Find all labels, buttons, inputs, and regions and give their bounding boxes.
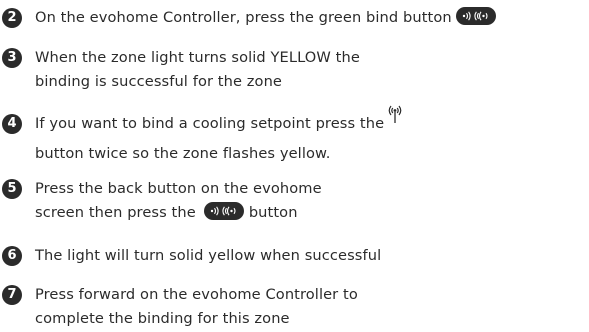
step-text: Press the back button on the evohome scr… [35, 177, 585, 225]
step-line: button twice so the zone flashes yellow. [35, 145, 331, 162]
step-line: binding is successful for the zone [35, 73, 283, 90]
step-number-badge: 4 [2, 114, 22, 134]
step-line: When the zone light turns solid YELLOW t… [35, 49, 360, 66]
step-number-badge: 6 [2, 246, 22, 266]
step-line: screen then press the [35, 204, 196, 221]
step-number-badge: 7 [2, 285, 22, 305]
step-text: On the evohome Controller, press the gre… [35, 6, 585, 30]
step-text: When the zone light turns solid YELLOW t… [35, 46, 585, 94]
step-line: The light will turn solid yellow when su… [35, 247, 382, 264]
step-line: complete the binding for this zone [35, 310, 290, 327]
bind-button-icon [203, 202, 244, 220]
step-line: If you want to bind a cooling setpoint p… [35, 115, 385, 132]
instruction-list: 2 On the evohome Controller, press the g… [0, 0, 589, 332]
step-line: Press forward on the evohome Controller … [35, 286, 358, 303]
step-number-badge: 5 [2, 179, 22, 199]
step-line: On the evohome Controller, press the gre… [35, 9, 452, 26]
step-text: If you want to bind a cooling setpoint p… [35, 105, 585, 166]
step-text: Press forward on the evohome Controller … [35, 283, 585, 331]
step-number-badge: 2 [2, 8, 22, 28]
step-line: button [248, 204, 298, 221]
step-line: Press the back button on the evohome [35, 180, 322, 197]
antenna-icon [386, 103, 404, 133]
step-text: The light will turn solid yellow when su… [35, 244, 585, 268]
step-number-badge: 3 [2, 48, 22, 68]
bind-button-icon [455, 7, 496, 25]
